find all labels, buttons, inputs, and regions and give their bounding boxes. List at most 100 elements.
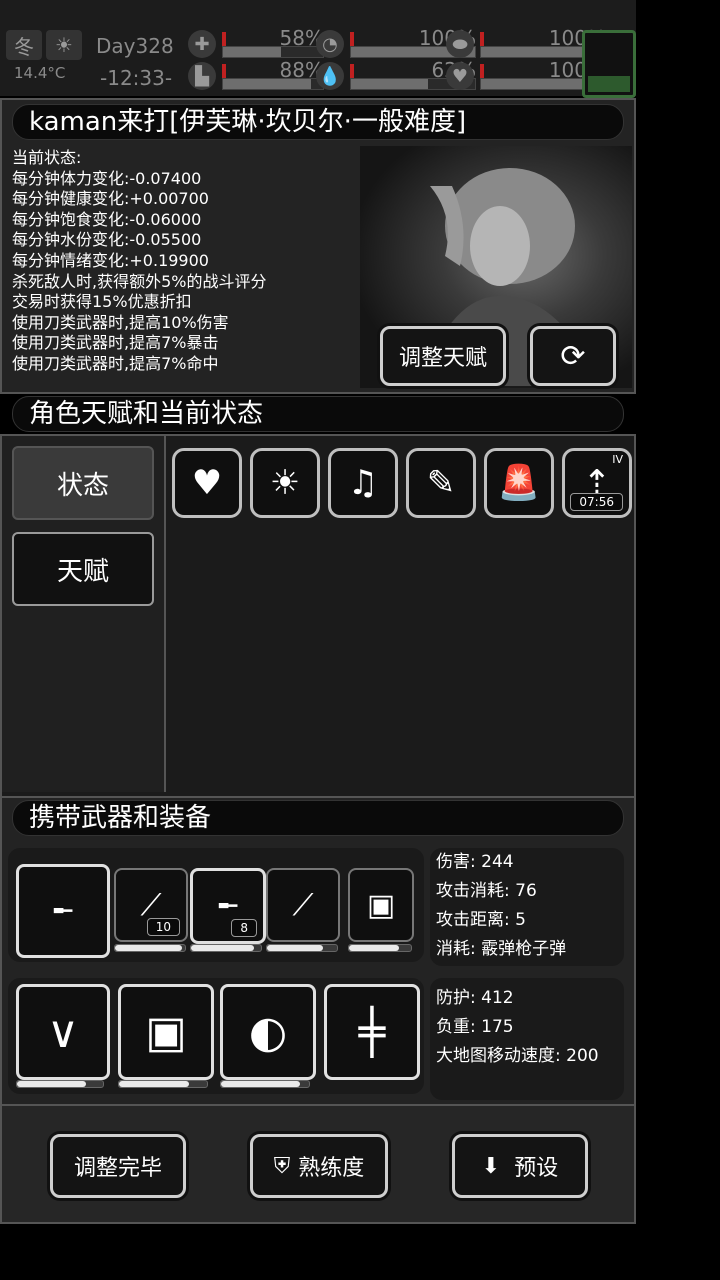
weapon-stat-line: 攻击距离: 5 — [436, 910, 526, 930]
leg-guards-icon: ∨ — [46, 1006, 80, 1058]
stat-alert-mark — [480, 32, 484, 46]
durability-bar — [266, 944, 338, 952]
day-label: Day328 — [96, 34, 174, 58]
done-label: 调整完毕 — [73, 1156, 162, 1181]
outfit-swap-icon: ⟳ — [560, 338, 586, 374]
status-line: 使用刀类武器时,提高7%暴击 — [12, 333, 219, 353]
status-line: 每分钟情绪变化:+0.19900 — [12, 250, 209, 270]
tab-status-label: 状态 — [56, 470, 109, 501]
tab-talent[interactable]: 天赋 — [12, 532, 154, 606]
buff-level: IV — [612, 453, 623, 466]
heart-icon: ♥ — [446, 62, 474, 90]
status-line: 交易时获得15%优惠折扣 — [12, 292, 192, 312]
status-line: 杀死敌人时,获得额外5%的战斗评分 — [12, 271, 267, 291]
armor-slot[interactable]: ╪ — [324, 984, 420, 1080]
proficiency-label: 熟练度 — [298, 1156, 365, 1181]
preset-label: 预设 — [514, 1156, 559, 1181]
mood-music-icon[interactable]: ♫ — [328, 448, 398, 518]
durability-bar — [348, 944, 412, 952]
talent-title-bar: 角色天赋和当前状态 — [12, 396, 624, 432]
character-title-bar: kaman来打[伊芙琳·坎贝尔·一般难度] — [12, 104, 624, 140]
alarm-light-glyph-icon: 🚨 — [497, 463, 541, 503]
durability-bar — [190, 944, 262, 952]
stat-bar-fill — [223, 47, 281, 57]
sun-status-glyph-icon: ☀ — [269, 463, 301, 503]
time-label: -12:33- — [100, 66, 173, 90]
weapon-stat-line: 伤害: 244 — [436, 852, 514, 872]
adjust-talent-button[interactable]: 调整天赋 — [380, 326, 506, 386]
tab-status[interactable]: 状态 — [12, 446, 154, 520]
durability-fill — [349, 945, 399, 951]
proficiency-button[interactable]: ⛨ 熟练度 — [250, 1134, 388, 1198]
weapon-stat-line: 攻击消耗: 76 — [436, 881, 537, 901]
proficiency-icon: ⛨ — [273, 1153, 291, 1179]
adjust-talent-label: 调整天赋 — [398, 346, 487, 371]
season-badge: 冬 — [6, 30, 42, 60]
battery-level — [588, 76, 630, 92]
stomach-icon: ◔ — [316, 30, 344, 58]
stat-bar-fill — [351, 79, 428, 89]
battery-indicator — [582, 30, 636, 98]
weather-sun-icon: ☀ — [46, 30, 82, 60]
stat-alert-mark — [222, 64, 226, 78]
weapon-slot[interactable]: ▣ — [348, 868, 414, 942]
stat-alert-mark — [222, 32, 226, 46]
alcohol-buff-icon[interactable]: ⇡ 07:56 IV — [562, 448, 632, 518]
durability-fill — [267, 945, 323, 951]
stat-0: ✚ 58% — [188, 26, 328, 60]
armor-slot[interactable]: ∨ — [16, 984, 110, 1080]
durability-fill — [17, 1081, 86, 1087]
armor-slot[interactable]: ◐ — [220, 984, 316, 1080]
buff-timer: 07:56 — [570, 493, 623, 511]
switch-outfit-button[interactable]: ⟳ — [530, 326, 616, 386]
armor-stat-line: 防护: 412 — [436, 988, 514, 1008]
sun-status-icon[interactable]: ☀ — [250, 448, 320, 518]
stat-alert-mark — [350, 32, 354, 46]
armor-stat-line: 负重: 175 — [436, 1017, 514, 1037]
status-text-block: 当前状态: 每分钟体力变化:-0.07400 每分钟健康变化:+0.00700 每分钟… — [12, 148, 266, 375]
durability-fill — [115, 945, 182, 951]
alarm-light-icon[interactable]: 🚨 — [484, 448, 554, 518]
durability-bar — [16, 1080, 104, 1088]
weapon-stat-line: 消耗: 霰弹枪子弹 — [436, 939, 567, 959]
heart-status-icon[interactable]: ♥ — [172, 448, 242, 518]
armor-stat-line: 大地图移动速度: 200 — [436, 1046, 599, 1066]
durability-fill — [221, 1081, 301, 1087]
armor-slot[interactable]: ▣ — [118, 984, 214, 1080]
water-drop-icon: 💧 — [316, 62, 344, 90]
top-status-bar: 冬 ☀ 14.4°C Day328 -12:33- ✚58%◔100%⬬100%… — [0, 0, 636, 98]
gadget-icon: ▣ — [366, 887, 396, 923]
mood-music-glyph-icon: ♫ — [347, 463, 379, 503]
durability-bar — [114, 944, 186, 952]
preset-button[interactable]: ⬇ 预设 — [452, 1134, 588, 1198]
weapon-stats-panel: 伤害: 244 攻击消耗: 76 攻击距离: 5 消耗: 霰弹枪子弹 — [430, 848, 624, 966]
season-label: 冬 — [14, 34, 34, 59]
heart-status-glyph-icon: ♥ — [191, 463, 223, 503]
temperature-label: 14.4°C — [14, 64, 66, 82]
status-line: 每分钟体力变化:-0.07400 — [12, 168, 202, 188]
stat-alert-mark — [350, 64, 354, 78]
status-line: 每分钟水份变化:-0.05500 — [12, 230, 202, 250]
weapon-slot[interactable]: ⟋ — [266, 868, 340, 942]
durability-bar — [220, 1080, 310, 1088]
equipment-title: 携带武器和装备 — [29, 803, 212, 833]
helmet-icon: ◐ — [248, 1006, 288, 1058]
boot-icon: ▙ — [188, 62, 216, 90]
status-line: 当前状态: — [12, 148, 82, 167]
durability-fill — [119, 1081, 190, 1087]
status-line: 每分钟健康变化:+0.00700 — [12, 189, 209, 209]
weapon-slot[interactable]: ╾ 8 — [190, 868, 266, 944]
weapon-slot[interactable]: ╾ — [16, 864, 110, 958]
ammo-count: 8 — [231, 919, 257, 937]
status-line: 使用刀类武器时,提高7%命中 — [12, 353, 219, 373]
done-button[interactable]: 调整完毕 — [50, 1134, 186, 1198]
preset-icon: ⬇ — [481, 1153, 501, 1179]
stat-alert-mark — [480, 64, 484, 78]
weapon-slot[interactable]: ⟋ 10 — [114, 868, 188, 942]
status-line: 使用刀类武器时,提高10%伤害 — [12, 312, 229, 332]
medicine-icon[interactable]: ✎ — [406, 448, 476, 518]
equipment-title-bar: 携带武器和装备 — [12, 800, 624, 836]
tab-talent-label: 天赋 — [56, 556, 109, 587]
body-armor-icon: ▣ — [145, 1006, 187, 1058]
character-title: kaman来打[伊芙琳·坎贝尔·一般难度] — [29, 107, 467, 137]
